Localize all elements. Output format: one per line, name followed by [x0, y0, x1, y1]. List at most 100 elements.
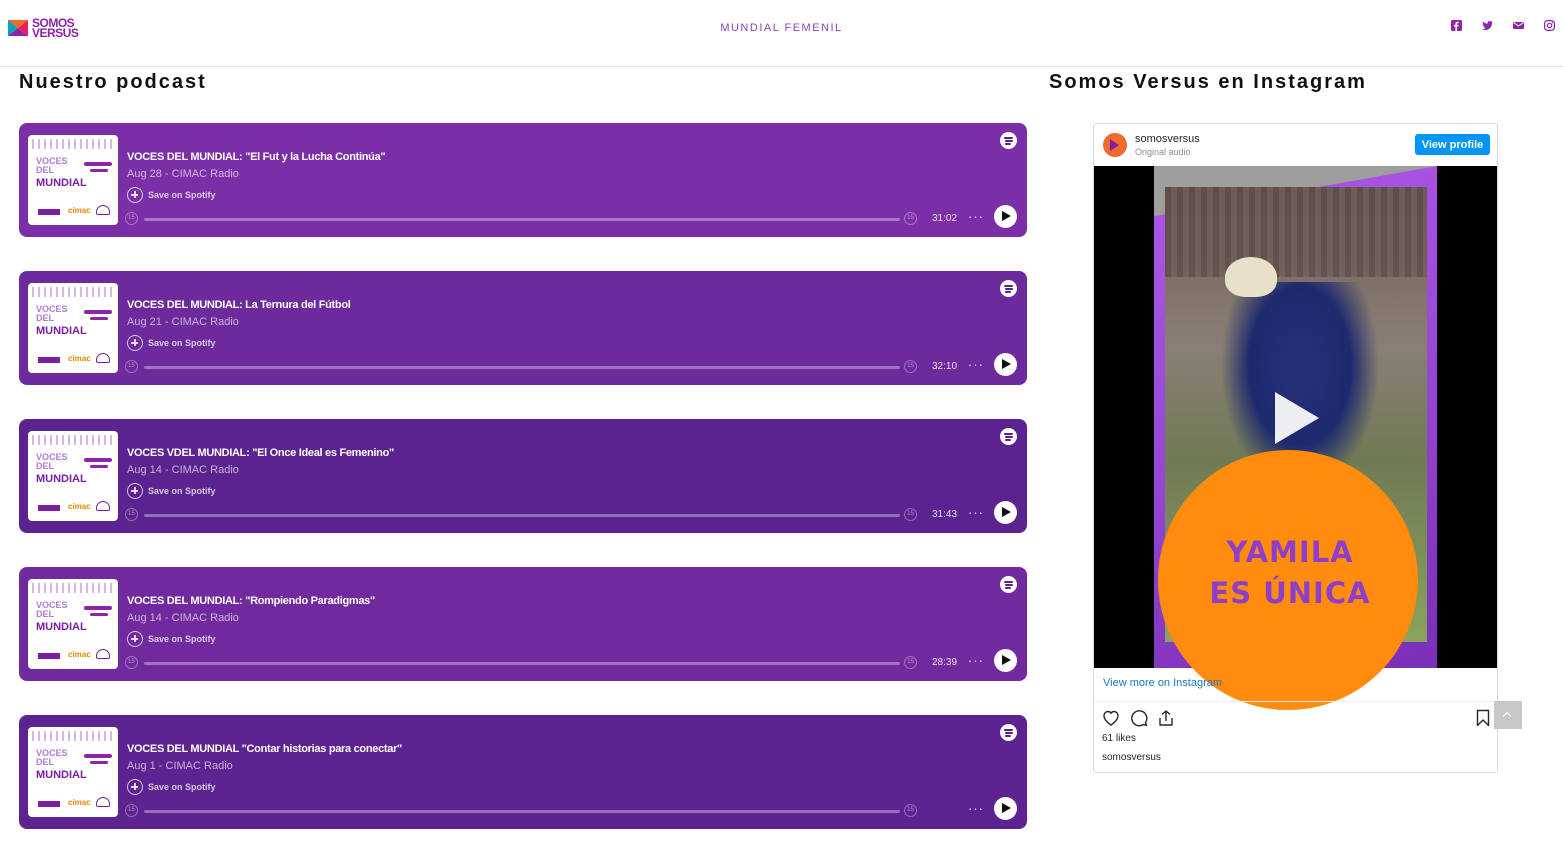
cover-dots	[32, 287, 114, 297]
reel-photo-crowd	[1165, 187, 1427, 277]
cover-partner-logo: cimac	[68, 206, 91, 215]
save-on-spotify-button[interactable]: Save on Spotify	[127, 779, 216, 795]
more-options-icon[interactable]: ···	[968, 653, 984, 668]
bookmark-icon[interactable]	[1474, 709, 1492, 727]
episode-title[interactable]: VOCES DEL MUNDIAL: La Ternura del Fútbol	[127, 299, 351, 311]
cover-pill-small	[90, 761, 108, 764]
instagram-header: somosversus Original audio View profile	[1094, 124, 1497, 166]
save-on-spotify-button[interactable]: Save on Spotify	[127, 483, 216, 499]
episode-progress-bar[interactable]	[144, 218, 900, 221]
play-icon[interactable]	[1275, 392, 1319, 444]
view-profile-button[interactable]: View profile	[1415, 134, 1490, 155]
episode-cover-art[interactable]: VOCES DEL MUNDIAL cimac	[28, 579, 118, 669]
skip-forward-15-icon[interactable]: 15	[904, 804, 917, 817]
view-more-link[interactable]: View more on Instagram	[1103, 677, 1222, 689]
cover-dots	[32, 435, 114, 445]
scroll-to-top-button[interactable]	[1494, 701, 1522, 729]
cover-partner-logo: cimac	[68, 798, 91, 807]
skip-back-15-icon[interactable]: 15	[125, 804, 138, 817]
save-on-spotify-button[interactable]: Save on Spotify	[127, 631, 216, 647]
envelope-icon[interactable]	[1513, 20, 1524, 31]
podcast-episode-card[interactable]: VOCES DEL MUNDIAL cimac VOCES DEL MUNDIAL…	[19, 715, 1027, 829]
save-label: Save on Spotify	[148, 486, 216, 496]
episode-cover-art[interactable]: VOCES DEL MUNDIAL cimac	[28, 283, 118, 373]
share-icon[interactable]	[1157, 709, 1175, 727]
nav-link-mundial-femenil[interactable]: MUNDIAL FEMENIL	[0, 22, 1563, 34]
skip-back-15-icon[interactable]: 15	[125, 212, 138, 225]
episode-title[interactable]: VOCES DEL MUNDIAL: "El Fut y la Lucha Co…	[127, 151, 386, 163]
reel-photo-hair	[1225, 257, 1277, 297]
skip-forward-15-icon[interactable]: 15	[904, 212, 917, 225]
save-on-spotify-button[interactable]: Save on Spotify	[127, 187, 216, 203]
spotify-icon[interactable]	[1000, 576, 1017, 593]
cover-line-2: DEL	[36, 165, 54, 175]
instagram-audio-label[interactable]: Original audio	[1135, 147, 1191, 157]
more-options-icon[interactable]: ···	[968, 801, 984, 816]
cover-brand-mark	[38, 209, 60, 215]
spotify-icon[interactable]	[1000, 280, 1017, 297]
episode-date-source: Aug 14 - CIMAC Radio	[127, 612, 239, 624]
save-label: Save on Spotify	[148, 190, 216, 200]
podcast-episode-card[interactable]: VOCES DEL MUNDIAL cimac VOCES DEL MUNDIAL…	[19, 123, 1027, 237]
cover-dots	[32, 139, 114, 149]
headphones-icon	[96, 649, 110, 659]
cover-brand-mark	[38, 357, 60, 363]
skip-forward-15-icon[interactable]: 15	[904, 508, 917, 521]
episode-title[interactable]: VOCES VDEL MUNDIAL: "El Once Ideal es Fe…	[127, 447, 394, 459]
twitter-icon[interactable]	[1482, 20, 1493, 31]
play-button[interactable]	[994, 501, 1017, 524]
podcast-episode-card[interactable]: VOCES DEL MUNDIAL cimac VOCES VDEL MUNDIA…	[19, 419, 1027, 533]
skip-back-15-icon[interactable]: 15	[125, 360, 138, 373]
skip-forward-15-icon[interactable]: 15	[904, 656, 917, 669]
instagram-avatar[interactable]	[1103, 133, 1127, 157]
spotify-icon[interactable]	[1000, 428, 1017, 445]
episode-title[interactable]: VOCES DEL MUNDIAL "Contar historias para…	[127, 743, 402, 755]
episode-cover-art[interactable]: VOCES DEL MUNDIAL cimac	[28, 431, 118, 521]
episode-title[interactable]: VOCES DEL MUNDIAL: "Rompiendo Paradigmas…	[127, 595, 375, 607]
instagram-icon[interactable]	[1544, 20, 1555, 31]
skip-back-15-icon[interactable]: 15	[125, 508, 138, 521]
more-options-icon[interactable]: ···	[968, 209, 984, 224]
facebook-icon[interactable]	[1451, 20, 1462, 31]
skip-back-15-icon[interactable]: 15	[125, 656, 138, 669]
reel-caption: YAMILA ES ÚNICA	[1180, 532, 1400, 614]
cover-text-voces: VOCES DEL	[36, 601, 68, 619]
spotify-icon[interactable]	[1000, 132, 1017, 149]
episode-progress-bar[interactable]	[144, 662, 900, 665]
more-options-icon[interactable]: ···	[968, 357, 984, 372]
more-options-icon[interactable]: ···	[968, 505, 984, 520]
episode-duration: 32:10	[932, 361, 958, 372]
episode-cover-art[interactable]: VOCES DEL MUNDIAL cimac	[28, 135, 118, 225]
save-label: Save on Spotify	[148, 338, 216, 348]
play-button[interactable]	[994, 649, 1017, 672]
instagram-reel[interactable]: YAMILA ES ÚNICA	[1094, 166, 1497, 710]
play-button[interactable]	[994, 797, 1017, 820]
heart-icon[interactable]	[1102, 709, 1120, 727]
comment-icon[interactable]	[1130, 709, 1148, 727]
podcast-episode-card[interactable]: VOCES DEL MUNDIAL cimac VOCES DEL MUNDIAL…	[19, 567, 1027, 681]
episode-progress-bar[interactable]	[144, 810, 900, 813]
episode-progress-bar[interactable]	[144, 514, 900, 517]
headphones-icon	[96, 797, 110, 807]
play-button[interactable]	[994, 353, 1017, 376]
plus-circle-icon	[127, 779, 143, 795]
episode-date-source: Aug 14 - CIMAC Radio	[127, 464, 239, 476]
cover-text-voces: VOCES DEL	[36, 305, 68, 323]
skip-forward-15-icon[interactable]: 15	[904, 360, 917, 373]
episode-progress-bar[interactable]	[144, 366, 900, 369]
headphones-icon	[96, 205, 110, 215]
headphones-icon	[96, 501, 110, 511]
episode-date-source: Aug 28 - CIMAC Radio	[127, 168, 239, 180]
save-on-spotify-button[interactable]: Save on Spotify	[127, 335, 216, 351]
play-button[interactable]	[994, 205, 1017, 228]
podcast-episode-card[interactable]: VOCES DEL MUNDIAL cimac VOCES DEL MUNDIAL…	[19, 271, 1027, 385]
instagram-caption-username[interactable]: somosversus	[1102, 752, 1161, 763]
cover-line-2: DEL	[36, 313, 54, 323]
instagram-username[interactable]: somosversus	[1135, 133, 1200, 145]
episode-duration: 31:43	[932, 509, 958, 520]
podcast-heading: Nuestro podcast	[19, 71, 207, 93]
spotify-icon[interactable]	[1000, 724, 1017, 741]
cover-dots	[32, 583, 114, 593]
save-label: Save on Spotify	[148, 782, 216, 792]
episode-cover-art[interactable]: VOCES DEL MUNDIAL cimac	[28, 727, 118, 817]
